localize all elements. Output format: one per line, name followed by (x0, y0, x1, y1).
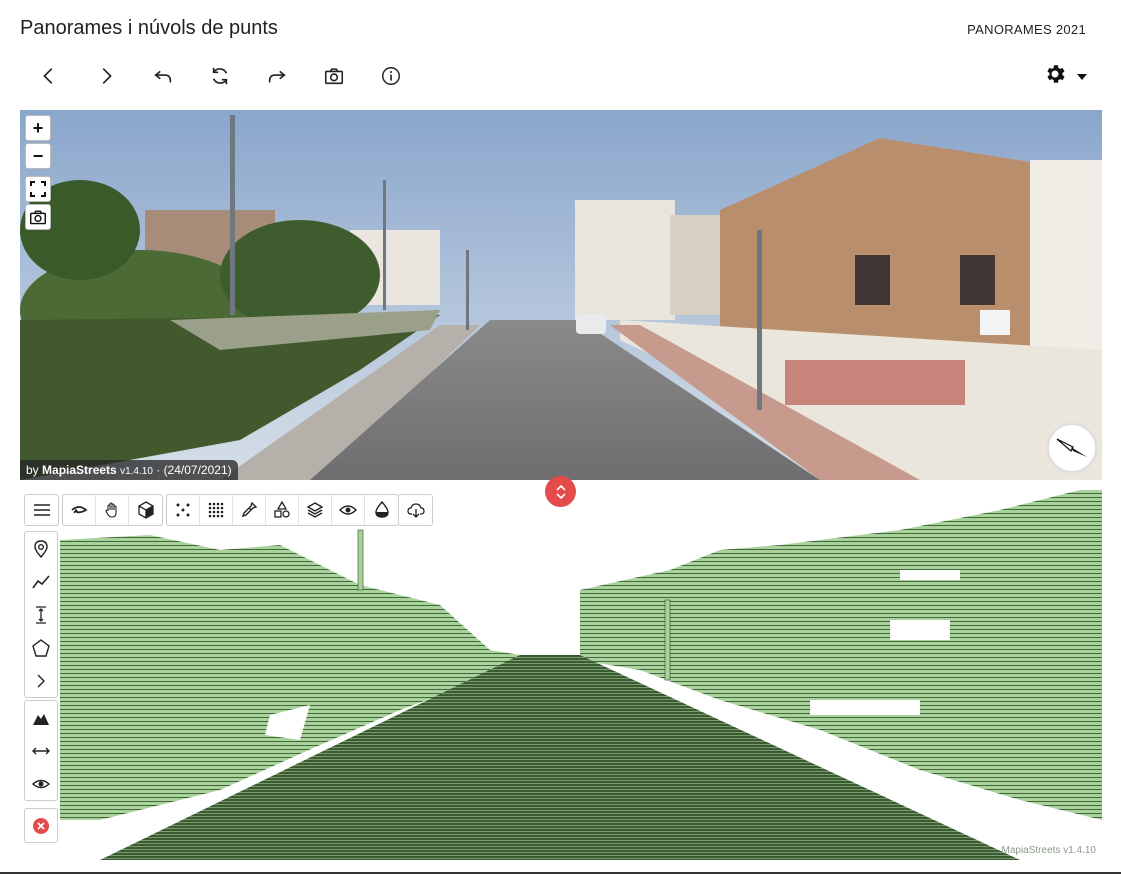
settings-menu-button[interactable] (1043, 62, 1087, 90)
measure-toolbar (24, 531, 58, 698)
hand-icon (105, 502, 117, 518)
hamburger-icon (33, 504, 50, 516)
terrain-icon (33, 713, 49, 725)
chevron-right-icon (102, 68, 112, 84)
height-measure-button[interactable] (25, 598, 57, 631)
panorama-view[interactable]: + − by MapiaStreets v1.4.10 · (24/07/202… (20, 110, 1102, 480)
camera-icon (30, 210, 46, 225)
cloud-download-button[interactable] (399, 495, 432, 525)
pentagon-icon (32, 638, 50, 657)
distance-measure-button[interactable] (25, 565, 57, 598)
color-picker-button[interactable] (233, 495, 266, 525)
eye-icon (339, 505, 357, 515)
grid-dots-icon (208, 502, 224, 518)
close-circle-icon (33, 817, 49, 834)
orbit-icon (71, 506, 88, 514)
gear-icon (1043, 62, 1067, 91)
camera-icon (324, 68, 343, 85)
forward-button[interactable] (248, 60, 305, 92)
analysis-toolbar (24, 700, 58, 801)
layers-icon (306, 502, 324, 518)
fullscreen-button[interactable] (25, 176, 51, 202)
panorama-attribution: by MapiaStreets v1.4.10 · (24/07/2021) (20, 460, 238, 480)
rendering-toolbar (166, 494, 399, 526)
caret-down-icon (1077, 67, 1087, 85)
horizontal-measure-button[interactable] (25, 734, 57, 767)
previous-button[interactable] (20, 60, 77, 92)
clear-measurements-button[interactable] (25, 809, 57, 842)
polyline-icon (32, 574, 50, 588)
navigation-mode-toolbar (62, 494, 163, 526)
app-root: Panorames i núvols de punts PANORAMES 20… (0, 0, 1121, 874)
menu-button[interactable] (25, 495, 58, 525)
clear-toolbar (24, 808, 58, 843)
page-title: Panorames i núvols de punts (20, 17, 278, 39)
orbit-mode-button[interactable] (63, 495, 96, 525)
toggle-measurements-visibility-button[interactable] (25, 767, 57, 800)
layers-button[interactable] (299, 495, 332, 525)
point-cloud-viewer[interactable]: MapiaStreets v1.4.10 (20, 490, 1102, 860)
visibility-button[interactable] (332, 495, 365, 525)
capture-date: · (24/07/2021) (156, 463, 232, 477)
chevron-left-icon (42, 68, 52, 84)
attribution-brand: MapiaStreets (42, 463, 117, 477)
info-icon (381, 67, 400, 85)
sparse-points-button[interactable] (167, 495, 200, 525)
scatter-dots-icon (176, 503, 190, 517)
expand-tools-button[interactable] (25, 664, 57, 697)
next-button[interactable] (77, 60, 134, 92)
compass-button[interactable] (1047, 423, 1097, 473)
refresh-icon (212, 67, 227, 85)
cube-icon (137, 501, 154, 519)
refresh-button[interactable] (191, 60, 248, 92)
map-pin-icon (34, 539, 48, 558)
area-measure-button[interactable] (25, 631, 57, 664)
point-measure-button[interactable] (25, 532, 57, 565)
attribution-version: v1.4.10 (120, 466, 153, 477)
compass-icon (1056, 438, 1087, 457)
street-panorama-image (20, 110, 1102, 480)
capture-button[interactable] (305, 60, 362, 92)
navigation-toolbar (20, 60, 419, 92)
zoom-in-button[interactable]: + (25, 115, 51, 141)
chevron-right-icon (37, 674, 45, 687)
menu-toolbar (24, 494, 59, 526)
pan-mode-button[interactable] (96, 495, 129, 525)
dataset-label: PANORAMES 2021 (967, 22, 1086, 37)
droplet-icon (374, 501, 389, 518)
horizontal-arrows-icon (32, 747, 50, 754)
dense-points-button[interactable] (200, 495, 233, 525)
resize-vertical-icon (555, 484, 566, 499)
attribution-prefix: by (26, 463, 39, 477)
cloud-download-icon (406, 503, 425, 518)
zoom-out-button[interactable]: − (25, 143, 51, 169)
split-resize-handle[interactable] (545, 476, 576, 507)
undo-arrow-icon (153, 70, 171, 83)
eyedropper-icon (241, 501, 258, 518)
height-icon (36, 605, 46, 624)
panorama-screenshot-button[interactable] (25, 204, 51, 230)
download-toolbar (398, 494, 433, 526)
shapes-button[interactable] (266, 495, 299, 525)
opacity-button[interactable] (365, 495, 398, 525)
profile-button[interactable] (25, 701, 57, 734)
eye-icon (32, 779, 50, 788)
back-button[interactable] (134, 60, 191, 92)
redo-arrow-icon (268, 70, 286, 83)
fullscreen-icon (30, 181, 46, 197)
viewer-watermark: MapiaStreets v1.4.10 (1001, 845, 1097, 856)
panorama-controls: + − (25, 115, 51, 232)
cube-view-button[interactable] (129, 495, 162, 525)
info-button[interactable] (362, 60, 419, 92)
shapes-icon (274, 501, 290, 518)
point-cloud-render (60, 490, 1102, 860)
